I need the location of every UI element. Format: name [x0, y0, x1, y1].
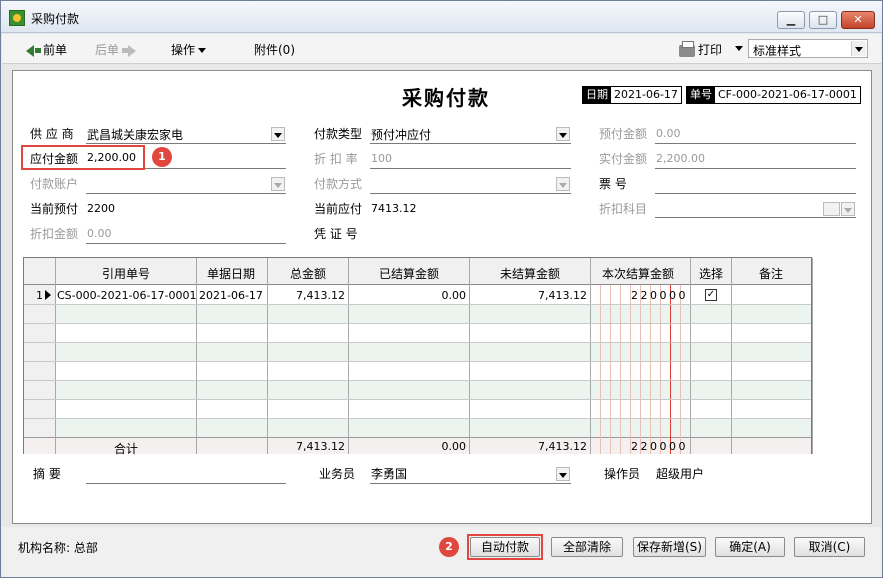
account-field[interactable] [86, 193, 286, 194]
col-header-select[interactable]: 选择 [699, 265, 723, 282]
col-header-date[interactable]: 单据日期 [207, 265, 255, 282]
chevron-down-icon [735, 46, 743, 51]
chevron-down-icon [198, 48, 207, 53]
operations-menu[interactable]: 操作 [171, 41, 207, 58]
row-ref[interactable]: CS-000-2021-06-17-0001 [57, 289, 197, 302]
clear-all-button[interactable]: 全部清除 [551, 537, 623, 557]
save-new-button[interactable]: 保存新增(S) [633, 537, 706, 557]
status-bar: 机构名称: 总部 2 自动付款 全部清除 保存新增(S) 确定(A) 取消(C) [2, 527, 881, 577]
dropdown-arrow-icon [851, 41, 866, 56]
printer-icon [679, 40, 695, 57]
minimize-button[interactable]: ▁ [777, 11, 805, 29]
number-value[interactable]: CF-000-2021-06-17-0001 [715, 88, 860, 101]
row-select-checkbox[interactable]: ✓ [705, 289, 717, 301]
attachment-button[interactable]: 附件(0) [254, 41, 295, 58]
supplier-dropdown-icon[interactable] [271, 127, 285, 141]
window-title: 采购付款 [31, 12, 80, 26]
current-payable-label: 当前应付 [314, 202, 363, 216]
col-header-this-settle[interactable]: 本次结算金额 [602, 265, 674, 282]
footer-total: 7,413.12 [296, 440, 345, 453]
org-name: 机构名称: 总部 [18, 541, 98, 555]
discount-amount-field[interactable]: 0.00 [87, 227, 112, 240]
toolbar: 前单 后单 操作 附件(0) 打印 标准样式 [2, 34, 881, 64]
discount-subject-label: 折扣科目 [599, 202, 648, 216]
row-settled[interactable]: 0.00 [349, 289, 467, 302]
method-field[interactable] [370, 193, 571, 194]
form-panel: 采购付款 日期 2021-06-17 单号 CF-000-2021-06-17-00… [12, 70, 872, 524]
method-label: 付款方式 [314, 177, 363, 191]
col-header-ref[interactable]: 引用单号 [102, 265, 150, 282]
footer-label: 合计 [114, 442, 139, 456]
type-dropdown-icon[interactable] [556, 127, 570, 141]
print-style-select[interactable]: 标准样式 [748, 39, 868, 58]
ticket-label: 票 号 [599, 177, 627, 191]
discount-rate-label: 折 扣 率 [314, 152, 358, 166]
footer-this-settle: 220000 [631, 440, 688, 453]
app-icon [9, 10, 25, 26]
close-button[interactable]: ✕ [841, 11, 875, 29]
cancel-button[interactable]: 取消(C) [794, 537, 865, 557]
supplier-label: 供 应 商 [30, 127, 74, 141]
footer-unsettled: 7,413.12 [538, 440, 587, 453]
current-prepay-label: 当前预付 [30, 202, 79, 216]
row-unsettled[interactable]: 7,413.12 [470, 289, 587, 302]
highlight-box-1 [21, 145, 145, 170]
current-row-icon [45, 290, 51, 300]
type-label: 付款类型 [314, 127, 363, 141]
form-title: 采购付款 [402, 86, 490, 110]
date-box: 日期 2021-06-17 [582, 86, 682, 104]
col-header-total[interactable]: 总金额 [290, 265, 326, 282]
row-total[interactable]: 7,413.12 [268, 289, 345, 302]
discount-subject-dropdown-icon[interactable] [841, 202, 855, 216]
prepay-amount-field[interactable]: 0.00 [656, 127, 681, 140]
settlement-table: 引用单号 单据日期 总金额 已结算金额 未结算金额 本次结算金额 选择 备注 1… [23, 257, 813, 456]
window: 采购付款 ▁ □ ✕ 前单 后单 操作 附件(0) 打印 标准样式 采购付款 日… [0, 0, 883, 578]
salesman-dropdown-icon[interactable] [556, 467, 570, 481]
col-header-settled[interactable]: 已结算金额 [379, 265, 439, 282]
date-value[interactable]: 2021-06-17 [611, 88, 681, 101]
print-dropdown[interactable] [732, 41, 743, 55]
remark-field[interactable] [86, 483, 286, 484]
title-bar: 采购付款 ▁ □ ✕ [1, 1, 882, 33]
step-badge-1: 1 [152, 147, 172, 167]
print-button[interactable]: 打印 [679, 40, 722, 58]
col-header-unsettled[interactable]: 未结算金额 [500, 265, 560, 282]
prepay-amount-label: 预付金额 [599, 127, 648, 141]
current-prepay-value: 2200 [87, 202, 115, 215]
operator-label: 操作员 [604, 467, 641, 481]
salesman-field[interactable]: 李勇国 [371, 465, 407, 482]
highlight-box-2 [467, 534, 543, 560]
supplier-field[interactable]: 武昌城关康宏家电 [87, 126, 183, 143]
row-this-settle[interactable]: 220000 [631, 289, 688, 302]
step-badge-2: 2 [439, 537, 459, 557]
prev-button[interactable]: 前单 [26, 41, 67, 58]
remark-label: 摘 要 [33, 467, 61, 481]
maximize-button[interactable]: □ [809, 11, 837, 29]
voucher-label: 凭 证 号 [314, 227, 358, 241]
next-button[interactable]: 后单 [95, 41, 137, 58]
account-dropdown-icon[interactable] [271, 177, 285, 191]
discount-subject-field[interactable] [655, 217, 856, 218]
operator-value: 超级用户 [656, 467, 705, 481]
current-payable-value: 7413.12 [371, 202, 417, 215]
arrow-right-icon [128, 44, 137, 57]
row-index: 1 [36, 289, 43, 302]
account-label: 付款账户 [30, 177, 79, 191]
col-header-remark[interactable]: 备注 [759, 265, 783, 282]
arrow-left-icon [26, 44, 34, 57]
discount-subject-lookup-button[interactable] [823, 202, 840, 216]
row-date[interactable]: 2021-06-17 [199, 289, 263, 302]
method-dropdown-icon[interactable] [556, 177, 570, 191]
ok-button[interactable]: 确定(A) [715, 537, 785, 557]
discount-amount-label: 折扣金额 [30, 227, 79, 241]
type-field[interactable]: 预付冲应付 [371, 126, 431, 143]
number-box: 单号 CF-000-2021-06-17-0001 [686, 86, 861, 104]
actual-amount-field[interactable]: 2,200.00 [656, 152, 705, 165]
ticket-field[interactable] [655, 193, 856, 194]
actual-amount-label: 实付金额 [599, 152, 648, 166]
footer-settled: 0.00 [441, 440, 467, 453]
salesman-label: 业务员 [319, 467, 356, 481]
discount-rate-field[interactable]: 100 [371, 152, 392, 165]
